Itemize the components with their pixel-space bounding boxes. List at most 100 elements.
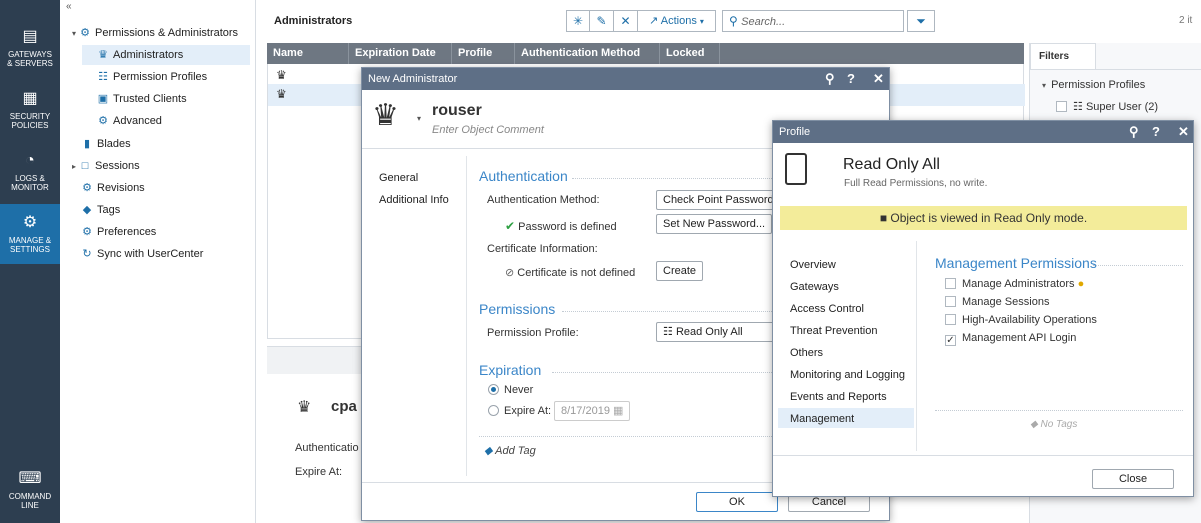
perm-label: Manage Sessions <box>962 296 1050 308</box>
actions-button[interactable]: ↗ Actions ▾ <box>638 10 716 32</box>
tree-item-trusted-clients[interactable]: ▣ Trusted Clients <box>96 89 187 109</box>
left-rail: ▤ GATEWAYS & SERVERS ▦ SECURITY POLICIES… <box>0 0 60 523</box>
sync-icon: ↻ <box>82 248 92 260</box>
tree-item-permissions-administrators[interactable]: ▾ ⚙ Permissions & Administrators <box>72 23 238 43</box>
prohibited-icon: ⊘ <box>505 267 515 279</box>
filter-button[interactable]: ⏷ <box>907 10 935 32</box>
tree-item-blades[interactable]: ▮ Blades <box>80 134 131 154</box>
rail-gateways-servers[interactable]: ▤ GATEWAYS & SERVERS <box>0 28 60 78</box>
perm-management-api-login: ✓ Management API Login <box>945 332 1076 346</box>
auth-method-label: Authentication Method: <box>487 194 600 206</box>
nav-gateways[interactable]: Gateways <box>790 281 839 293</box>
profile-name: Read Only All <box>843 156 940 173</box>
new-button[interactable]: ✳ <box>566 10 590 32</box>
search-icon[interactable]: ⚲ <box>825 68 835 90</box>
perm-label: Management API Login <box>962 332 1077 344</box>
close-icon[interactable]: ✕ <box>1178 121 1189 143</box>
nav-general[interactable]: General <box>379 172 418 184</box>
checkbox[interactable] <box>945 278 956 289</box>
perm-ha-operations: High-Availability Operations <box>945 314 1097 326</box>
administrator-icon: ♛ <box>372 99 399 132</box>
checkbox[interactable] <box>1056 101 1067 112</box>
close-button[interactable]: Close <box>1092 469 1174 489</box>
administrator-icon: ♛ <box>276 68 287 82</box>
tree-item-permission-profiles[interactable]: ☷ Permission Profiles <box>96 67 207 87</box>
nav-access-control[interactable]: Access Control <box>790 303 864 315</box>
nav-additional-info[interactable]: Additional Info <box>379 194 449 206</box>
set-new-password-button[interactable]: Set New Password... <box>656 214 773 234</box>
no-tags-label: No Tags <box>1040 419 1078 430</box>
tree-item-preferences[interactable]: ⚙ Preferences <box>80 222 156 242</box>
edit-button[interactable]: ✎ <box>590 10 614 32</box>
rail-manage-settings[interactable]: ⚙ MANAGE & SETTINGS <box>0 204 60 264</box>
tree-label: Trusted Clients <box>113 93 187 105</box>
expiration-never-radio[interactable]: Never <box>488 384 533 396</box>
add-tag-link[interactable]: ◆ Add Tag <box>484 444 536 457</box>
checkbox-checked[interactable]: ✓ <box>945 335 956 346</box>
rail-security-policies[interactable]: ▦ SECURITY POLICIES <box>0 90 60 140</box>
nav-management[interactable]: Management <box>790 413 854 425</box>
tree-label: Tags <box>97 204 121 216</box>
nav-events-reports[interactable]: Events and Reports <box>790 391 887 403</box>
chevron-right-icon: ▸ <box>72 162 77 171</box>
search-input[interactable]: ⚲ Search... <box>722 10 904 32</box>
checkbox[interactable] <box>945 296 956 307</box>
filter-group-label: Permission Profiles <box>1051 79 1146 91</box>
section-permissions: Permissions <box>479 301 556 317</box>
rail-logs-monitor[interactable]: ◔ LOGS & MONITOR <box>0 152 60 202</box>
column-expiration-date[interactable]: Expiration Date <box>349 43 452 64</box>
rail-command-line[interactable]: ⌨ COMMAND LINE <box>0 470 60 520</box>
gear-icon: ⚙ <box>22 214 38 231</box>
tab-filters[interactable]: Filters <box>1030 43 1096 69</box>
expiration-date-radio[interactable]: Expire At: <box>488 405 551 417</box>
nav-others[interactable]: Others <box>790 347 823 359</box>
nav-threat-prevention[interactable]: Threat Prevention <box>790 325 877 337</box>
radio-button[interactable] <box>488 405 499 416</box>
create-certificate-button[interactable]: Create <box>656 261 704 281</box>
close-icon[interactable]: ✕ <box>873 68 884 90</box>
tree-item-advanced[interactable]: ⚙ Advanced <box>96 111 162 131</box>
gear-icon: ⚙ <box>80 27 90 39</box>
tree-item-revisions[interactable]: ⚙ Revisions <box>80 178 145 198</box>
gear-icon: ⚙ <box>82 226 92 238</box>
tree-label: Permission Profiles <box>113 71 208 83</box>
tag-icon: ◆ <box>484 445 493 457</box>
gateways-icon: ▤ <box>22 28 38 45</box>
tree-label: Revisions <box>97 182 145 194</box>
checkbox[interactable] <box>945 314 956 325</box>
tree-item-sessions[interactable]: ▸ □ Sessions <box>72 156 140 176</box>
chevron-down-icon: ▾ <box>699 17 704 26</box>
ok-button[interactable]: OK <box>696 492 778 512</box>
column-authentication-method[interactable]: Authentication Method <box>515 43 660 64</box>
help-icon[interactable]: ? <box>847 68 855 90</box>
tree-item-tags[interactable]: ◆ Tags <box>80 200 120 220</box>
tree-item-administrators[interactable]: ♛ Administrators <box>82 45 250 65</box>
tree-label: Preferences <box>97 226 157 238</box>
help-icon[interactable]: ? <box>1152 121 1160 143</box>
expire-at-label: Expire At: <box>504 405 552 417</box>
chevron-down-icon[interactable]: ▾ <box>417 114 421 123</box>
nav-monitoring-logging[interactable]: Monitoring and Logging <box>790 369 905 381</box>
delete-button[interactable]: ✕ <box>614 10 638 32</box>
search-placeholder: Search... <box>741 16 786 28</box>
table-row[interactable]: ♛ <box>276 68 287 82</box>
column-locked[interactable]: Locked <box>660 43 720 64</box>
filter-item-super-user[interactable]: ☷ Super User (2) <box>1056 100 1158 113</box>
comment-field[interactable]: Enter Object Comment <box>432 124 544 136</box>
collapse-icon[interactable]: « <box>66 1 72 12</box>
perm-manage-administrators: Manage Administrators ● <box>945 278 1084 290</box>
nav-overview[interactable]: Overview <box>790 259 836 271</box>
filter-group-permission-profiles[interactable]: ▾ Permission Profiles <box>1042 79 1145 91</box>
column-name[interactable]: Name <box>267 43 349 64</box>
search-icon[interactable]: ⚲ <box>1129 121 1139 143</box>
tree-item-sync-usercenter[interactable]: ↻ Sync with UserCenter <box>80 244 203 264</box>
administrator-icon: ♛ <box>297 399 312 416</box>
expire-date-input[interactable]: 8/17/2019 ▦ <box>554 401 630 421</box>
admin-name-field[interactable]: rouser <box>432 102 482 120</box>
lock-icon: ■ <box>879 211 888 225</box>
profile-icon: ☷ <box>663 326 673 338</box>
chevron-down-icon: ▾ <box>72 29 77 38</box>
column-profile[interactable]: Profile <box>452 43 515 64</box>
rail-label: SETTINGS <box>9 245 50 254</box>
radio-button[interactable] <box>488 384 499 395</box>
